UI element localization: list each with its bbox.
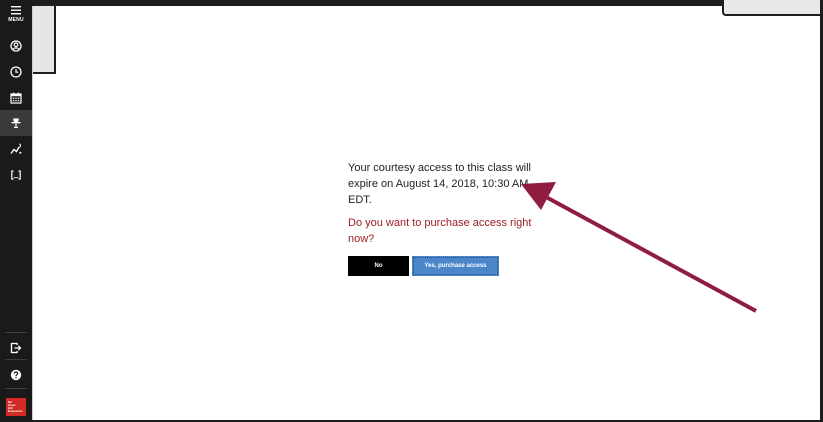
nav-code[interactable] bbox=[0, 162, 32, 188]
sidebar-divider bbox=[5, 332, 27, 333]
brackets-icon bbox=[11, 170, 21, 180]
menu-button[interactable]: MENU bbox=[0, 5, 32, 33]
sidebar: MENU Mc Graw Hill Education bbox=[0, 0, 32, 422]
purchase-access-button[interactable]: Yes, purchase access bbox=[412, 256, 499, 276]
no-button[interactable]: No bbox=[348, 256, 409, 276]
clock-icon bbox=[10, 66, 22, 78]
menu-label: MENU bbox=[8, 17, 24, 23]
hamburger-icon bbox=[11, 6, 21, 15]
sidebar-divider bbox=[5, 388, 27, 389]
nav-logout[interactable] bbox=[0, 335, 32, 361]
nav-help[interactable] bbox=[0, 362, 32, 388]
nav-profile[interactable] bbox=[0, 33, 32, 59]
content-frame bbox=[32, 6, 820, 420]
brand-logo[interactable]: Mc Graw Hill Education bbox=[6, 398, 26, 416]
calendar-icon bbox=[10, 92, 22, 104]
lamp-icon bbox=[11, 118, 21, 128]
nav-recent[interactable] bbox=[0, 59, 32, 85]
profile-icon bbox=[10, 40, 22, 52]
expiration-message: Your courtesy access to this class will … bbox=[348, 162, 531, 206]
exit-icon bbox=[10, 342, 22, 354]
purchase-question: Do you want to purchase access right now… bbox=[348, 217, 532, 245]
sidebar-divider bbox=[5, 359, 27, 360]
progress-chart-icon bbox=[10, 143, 22, 154]
nav-performance[interactable] bbox=[0, 136, 32, 162]
brand-line: Education bbox=[8, 409, 23, 414]
help-icon bbox=[10, 369, 22, 381]
nav-resources[interactable] bbox=[0, 110, 32, 136]
nav-calendar[interactable] bbox=[0, 85, 32, 111]
